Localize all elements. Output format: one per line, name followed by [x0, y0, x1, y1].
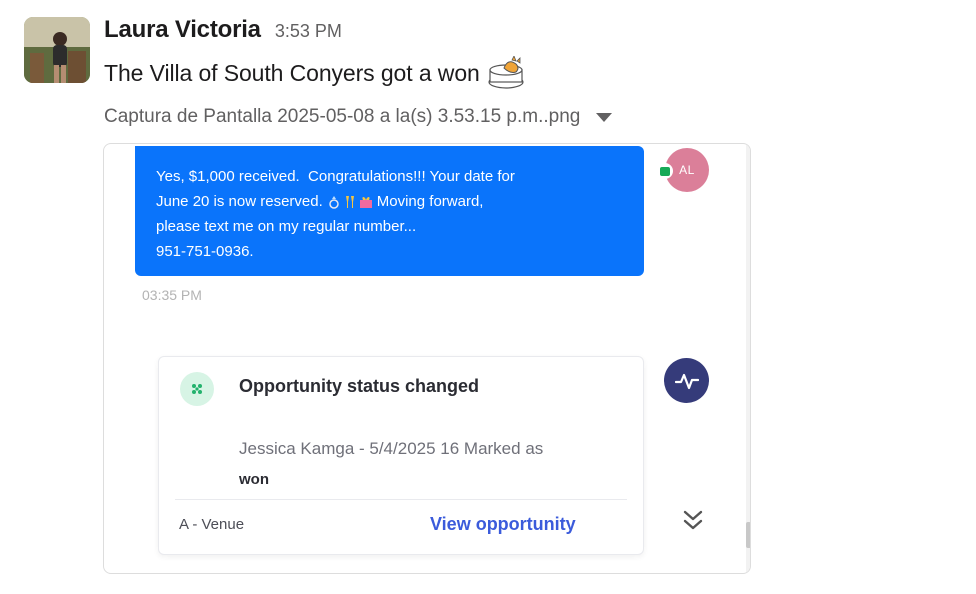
scrollbar-thumb[interactable]	[746, 522, 750, 548]
attachment-filename[interactable]: Captura de Pantalla 2025-05-08 a la(s) 3…	[104, 106, 580, 128]
bubble-line-2: June 20 is now reserved. Moving forward,	[156, 189, 624, 214]
card-description: Jessica Kamga - 5/4/2025 16 Marked as wo…	[239, 434, 543, 495]
bubble-line-4: 951-751-0936.	[156, 243, 254, 260]
cat-cake-emoji-icon	[486, 55, 526, 90]
bubble-line-2-end: Moving forward,	[376, 193, 484, 210]
card-status: won	[239, 471, 269, 488]
bubble-line-1: Yes, $1,000 received. Congratulations!!!…	[156, 168, 515, 185]
message-body: The Villa of South Conyers got a won	[104, 55, 526, 90]
attachment-image[interactable]: Yes, $1,000 received. Congratulations!!!…	[103, 143, 751, 574]
ring-icon	[329, 195, 339, 209]
opportunity-icon	[180, 372, 214, 406]
slack-message: Laura Victoria 3:53 PM The Villa of Sout…	[0, 0, 976, 594]
view-opportunity-link[interactable]: View opportunity	[430, 514, 576, 535]
caret-down-icon[interactable]	[596, 112, 613, 122]
card-description-text: Jessica Kamga - 5/4/2025 16 Marked as	[239, 439, 544, 458]
author-name[interactable]: Laura Victoria	[104, 16, 261, 44]
bubble-line-3: please text me on my regular number...	[156, 218, 417, 235]
message-header: Laura Victoria 3:53 PM	[104, 16, 342, 44]
heart-gift-icon	[359, 196, 372, 208]
contact-initials: AL	[679, 163, 695, 177]
card-title: Opportunity status changed	[239, 376, 480, 396]
sms-channel-icon	[657, 163, 673, 179]
activity-pulse-icon	[664, 358, 709, 403]
bubble-timestamp: 03:35 PM	[142, 287, 202, 303]
double-chevron-down-icon[interactable]	[682, 508, 704, 532]
sms-message-bubble: Yes, $1,000 received. Congratulations!!!…	[135, 146, 644, 276]
card-pipeline: A - Venue	[179, 516, 245, 533]
attachment-filename-row[interactable]: Captura de Pantalla 2025-05-08 a la(s) 3…	[104, 106, 613, 128]
card-divider	[175, 499, 627, 500]
scrollbar-track[interactable]	[746, 144, 750, 573]
bubble-line-2-start: June 20 is now reserved.	[156, 193, 323, 210]
opportunity-activity-card: Opportunity status changed Jessica Kamga…	[158, 356, 644, 555]
ring-champagne-heart-emojis	[327, 195, 373, 209]
author-avatar[interactable]	[24, 17, 90, 83]
message-text: The Villa of South Conyers got a won	[104, 59, 480, 86]
message-timestamp[interactable]: 3:53 PM	[275, 21, 342, 42]
champagne-icon	[345, 195, 354, 208]
